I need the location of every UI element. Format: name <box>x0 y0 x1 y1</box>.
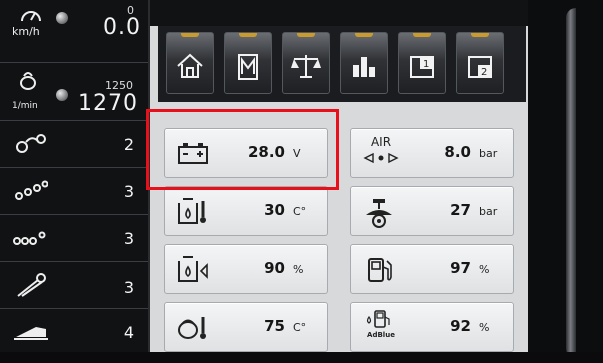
tire-pressure-value: 27 <box>450 201 471 219</box>
tire-pressure-button[interactable]: 27 bar <box>350 186 514 236</box>
fuel-level-unit: % <box>479 263 490 276</box>
circuit-1-value: 2 <box>123 135 134 154</box>
tab-accent <box>181 33 199 37</box>
air-pressure-unit: bar <box>479 147 498 160</box>
circuit-2-value: 3 <box>123 182 134 201</box>
circuit-3-value: 3 <box>123 229 134 248</box>
hydraulic-oil-temp-unit: C° <box>293 205 307 218</box>
device-bezel-bottom <box>0 352 603 363</box>
air-pressure-icon: AIR <box>363 135 399 168</box>
speed-row: km/h 0 0.0 <box>0 0 148 63</box>
page-2-label: 2 <box>481 67 487 78</box>
adblue-icon: AdBlue <box>363 309 399 339</box>
tire-pressure-icon <box>366 199 392 228</box>
hydraulic-oil-level-value: 90 <box>264 259 285 277</box>
engine-temp-unit: C° <box>293 321 307 334</box>
page-2-icon: 2 <box>468 56 492 78</box>
bezel-edge <box>566 8 576 358</box>
rpm-indicator-lamp <box>56 89 68 101</box>
engine-temp-value: 75 <box>264 317 285 335</box>
tab-accent <box>297 33 315 37</box>
engine-temperature-icon <box>178 317 206 339</box>
rpm-unit: 1/min <box>12 101 38 111</box>
hydraulic-oil-temp-value: 30 <box>264 201 285 219</box>
left-status-panel: km/h 0 0.0 1/min 1250 1270 2 3 3 3 4 <box>0 0 150 352</box>
boom-value: 3 <box>123 278 134 297</box>
tab-accent <box>471 33 489 37</box>
engine-speed-row: 1/min 1250 1270 <box>0 63 148 121</box>
device-bezel <box>528 0 603 363</box>
hydraulic-oil-temperature-icon <box>178 198 206 224</box>
tab-home[interactable] <box>166 32 214 94</box>
hydraulic-circuit-1-icon <box>16 134 46 153</box>
hydraulic-circuit-3-icon <box>13 231 46 245</box>
tire-pressure-unit: bar <box>479 205 498 218</box>
engine-speed-icon <box>20 72 36 90</box>
speed-indicator-lamp <box>56 12 68 24</box>
tab-bar: 1 2 <box>158 26 526 102</box>
hydraulic-circuit-2-icon <box>15 180 48 200</box>
page-1-label: 1 <box>423 59 429 70</box>
circuit-row-1[interactable]: 2 <box>0 121 148 168</box>
tab-accent <box>355 33 373 37</box>
boom-arm-icon <box>17 273 46 297</box>
circuit-row-3[interactable]: 3 <box>0 215 148 262</box>
tab-page-1[interactable]: 1 <box>398 32 446 94</box>
adblue-label: AdBlue <box>367 331 395 339</box>
bar-chart-icon <box>353 57 375 77</box>
hydraulic-oil-temp-button[interactable]: 30 C° <box>164 186 328 236</box>
attachment-icon <box>14 327 48 340</box>
page-1-icon: 1 <box>410 56 434 78</box>
fuel-level-value: 97 <box>450 259 471 277</box>
tab-accent <box>239 33 257 37</box>
speedometer-icon <box>21 11 41 22</box>
scale-icon <box>291 55 321 78</box>
boom-row[interactable]: 3 <box>0 262 148 309</box>
circuit-row-2[interactable]: 3 <box>0 168 148 215</box>
air-pressure-button[interactable]: AIR 8.0 bar <box>350 128 514 178</box>
air-pressure-value: 8.0 <box>444 143 471 161</box>
top-band <box>150 0 528 26</box>
attachment-row[interactable]: 4 <box>0 309 148 352</box>
speed-value: 0.0 <box>103 15 141 40</box>
tab-statistics[interactable] <box>340 32 388 94</box>
adblue-level-button[interactable]: AdBlue 92 % <box>350 302 514 352</box>
engine-temp-button[interactable]: 75 C° <box>164 302 328 352</box>
menu-m-icon <box>238 54 258 80</box>
tab-menu[interactable] <box>224 32 272 94</box>
home-icon <box>177 53 203 78</box>
fuel-icon <box>368 258 392 282</box>
hydraulic-oil-level-icon <box>178 256 208 282</box>
tab-weighing[interactable] <box>282 32 330 94</box>
hydraulic-oil-level-button[interactable]: 90 % <box>164 244 328 294</box>
adblue-level-unit: % <box>479 321 490 334</box>
attachment-value: 4 <box>123 323 134 342</box>
hydraulic-oil-level-unit: % <box>293 263 304 276</box>
fuel-level-button[interactable]: 97 % <box>350 244 514 294</box>
adblue-level-value: 92 <box>450 317 471 335</box>
tab-page-2[interactable]: 2 <box>456 32 504 94</box>
rpm-value: 1270 <box>78 91 138 116</box>
speed-unit: km/h <box>12 25 40 38</box>
highlight-box <box>146 109 339 190</box>
air-label: AIR <box>370 135 392 149</box>
tab-accent <box>413 33 431 37</box>
